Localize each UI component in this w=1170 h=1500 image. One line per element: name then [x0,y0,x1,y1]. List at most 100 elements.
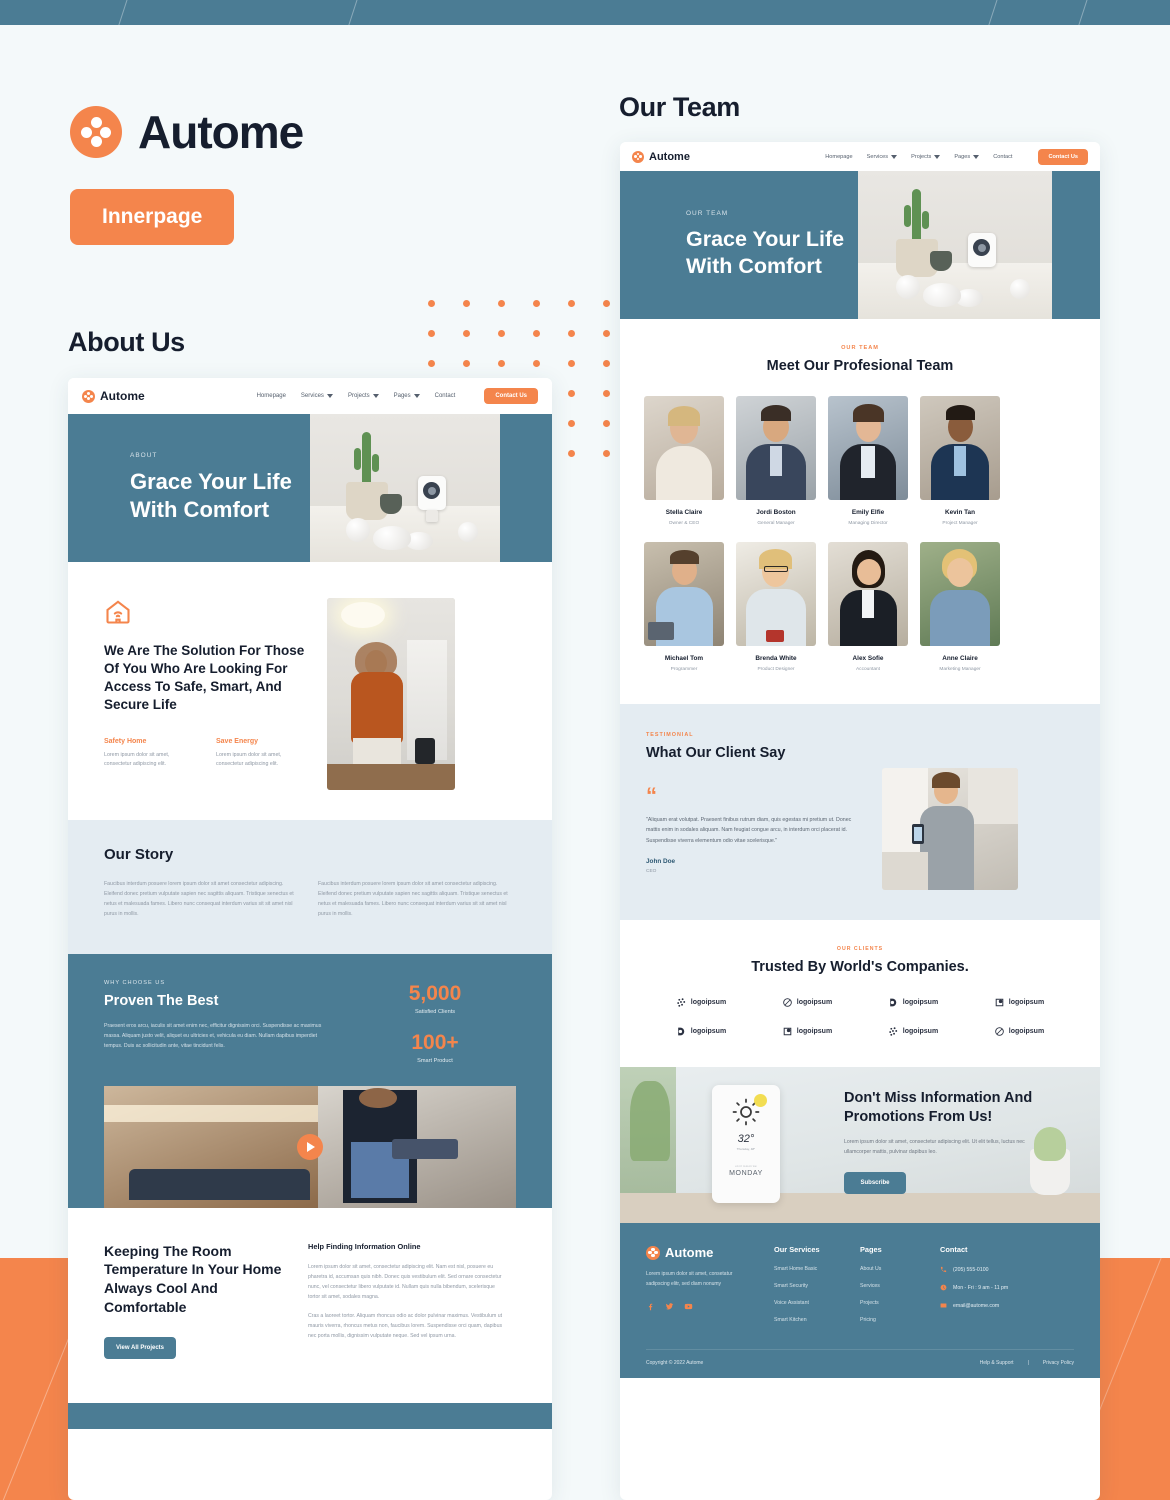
nav-link-services[interactable]: Services [867,154,898,160]
team-member-card[interactable]: Anne Claire Marketing Manager [920,542,1000,672]
member-role: Project Manager [942,521,978,526]
quote-mark-icon: “ [646,783,657,808]
nav-link-services[interactable]: Services [301,393,333,399]
about-proven-section: WHY CHOOSE US Proven The Best Praesent e… [68,953,552,1208]
footer-link[interactable]: Services [860,1283,940,1289]
footer-link[interactable]: Smart Security [774,1283,860,1289]
clients-section: OUR CLIENTS Trusted By World's Companies… [620,920,1100,1067]
footer-help-support-link[interactable]: Help & Support [980,1360,1014,1366]
navbar-brand-name: Autome [649,150,690,163]
member-name: Alex Sofie [852,655,884,662]
team-member-card[interactable]: Stella Claire Owner & CEO [644,396,724,526]
member-role: Product Designer [757,667,795,672]
member-name: Brenda White [755,655,797,662]
autome-clover-logo-icon [646,1245,660,1260]
footer-privacy-policy-link[interactable]: Privacy Policy [1043,1360,1074,1366]
story-heading: Our Story [104,846,174,863]
client-logo-label: logoipsum [902,1028,939,1035]
phone-icon [940,1266,947,1273]
client-logo[interactable]: logoipsum [648,1026,754,1037]
dots-cluster-icon [677,998,685,1007]
footer-link[interactable]: Voice Assistant [774,1300,860,1306]
footer-column-services: Our Services Smart Home Basic Smart Secu… [774,1245,860,1323]
chevron-down-icon [973,154,980,159]
team-row-1: Stella Claire Owner & CEO Jordi Boston G… [644,396,1076,526]
clock-icon [940,1284,947,1291]
footer-link[interactable]: Projects [860,1300,940,1306]
mail-icon [940,1303,947,1308]
story-column: Faucibus interdum posuere lorem ipsum do… [104,881,294,918]
play-button-icon[interactable] [297,1133,323,1160]
footer-contact-hours: Mon - Fri : 9 am - 11 pm [940,1284,1074,1291]
client-logo[interactable]: logoipsum [754,1026,860,1037]
proven-kicker: WHY CHOOSE US [104,979,166,986]
footer-link[interactable]: About Us [860,1266,940,1272]
team-member-card[interactable]: Jordi Boston General Manager [736,396,816,526]
navbar-logo[interactable]: Autome [82,389,145,403]
footer-contact-email[interactable]: email@autome.com [940,1302,1074,1309]
about-us-page-mockup: Autome Homepage Services Projects Pages … [68,378,552,1500]
footer-link[interactable]: Pricing [860,1317,940,1323]
client-logo[interactable]: logoipsum [648,997,754,1008]
feature-title: Save Energy [216,737,259,745]
footer-column-contact: Contact (205) 555-0100 Mon - Fri : 9 am … [940,1245,1074,1323]
team-members-section: OUR TEAM Meet Our Profesional Team Stell… [620,319,1100,704]
view-all-projects-button[interactable]: View All Projects [104,1337,176,1360]
navbar-brand-name: Autome [100,389,145,403]
chevron-down-icon [934,154,941,159]
team-hero-title: Grace Your Life With Comfort [686,226,845,278]
nav-link-projects[interactable]: Projects [911,154,941,160]
client-logo-grid: logoipsum logoipsum logoipsum logoipsum … [648,997,1072,1037]
site-footer: Autome Lorem ipsum dolor sit amet, conse… [620,1223,1100,1378]
smart-home-wifi-icon [106,600,130,624]
nav-link-projects[interactable]: Projects [348,393,379,399]
nav-link-contact[interactable]: Contact [993,154,1012,160]
proven-video[interactable] [104,1085,516,1208]
team-hero-image [858,171,1052,319]
team-member-card[interactable]: Kevin Tan Project Manager [920,396,1000,526]
client-logo-label: logoipsum [796,999,833,1006]
footer-contact-phone[interactable]: (205) 555-0100 [940,1266,1074,1273]
footer-link[interactable]: Smart Home Basic [774,1266,860,1272]
client-logo[interactable]: logoipsum [754,997,860,1008]
subscribe-button[interactable]: Subscribe [844,1172,906,1194]
team-member-card[interactable]: Brenda White Product Designer [736,542,816,672]
team-member-card[interactable]: Emily Elfie Managing Director [828,396,908,526]
autome-clover-logo-icon [632,150,644,163]
footer-socials [646,1302,774,1311]
nav-link-pages[interactable]: Pages [954,154,980,160]
footer-link[interactable]: Smart Kitchen [774,1317,860,1323]
member-role: Managing Director [848,521,888,526]
youtube-icon[interactable] [684,1302,693,1311]
nav-link-homepage[interactable]: Homepage [257,393,286,399]
client-logo[interactable]: logoipsum [860,997,966,1008]
testimonial-quote: "Aliquam erat volutpat. Praesent finibus… [646,817,852,844]
clients-kicker: OUR CLIENTS [836,946,884,952]
client-logo[interactable]: logoipsum [860,1026,966,1037]
member-name: Michael Tom [664,655,704,662]
testimonial-author: John Doe [646,857,676,865]
about-hero-image [310,414,500,562]
about-navbar: Autome Homepage Services Projects Pages … [68,378,552,414]
member-name: Anne Claire [942,655,978,662]
team-member-card[interactable]: Michael Tom Programmer [644,542,724,672]
nav-contact-us-button[interactable]: Contact Us [484,388,538,404]
keeping-side-title: Help Finding Information Online [308,1241,421,1251]
circle-slash-icon [995,1027,1004,1036]
story-column: Faucibus interdum posuere lorem ipsum do… [318,881,508,918]
client-logo[interactable]: logoipsum [966,1026,1072,1037]
client-logo-label: logoipsum [796,1028,833,1035]
twitter-icon[interactable] [665,1302,674,1311]
facebook-icon[interactable] [646,1302,655,1311]
navbar-logo[interactable]: Autome [632,150,690,163]
client-logo[interactable]: logoipsum [966,997,1072,1008]
footer-logo[interactable]: Autome [646,1245,774,1260]
nav-link-contact[interactable]: Contact [435,393,456,399]
nav-link-pages[interactable]: Pages [394,393,420,399]
footer-column-title: Pages [860,1245,882,1254]
nav-link-homepage[interactable]: Homepage [825,154,852,160]
team-member-card[interactable]: Alex Sofie Accountant [828,542,908,672]
phone-mockup: 32° Thursday, 48° until tomorrow MONDAY [712,1085,780,1203]
feature-safety-home: Safety Home Lorem ipsum dolor sit amet, … [104,738,192,768]
nav-contact-us-button[interactable]: Contact Us [1038,148,1088,165]
